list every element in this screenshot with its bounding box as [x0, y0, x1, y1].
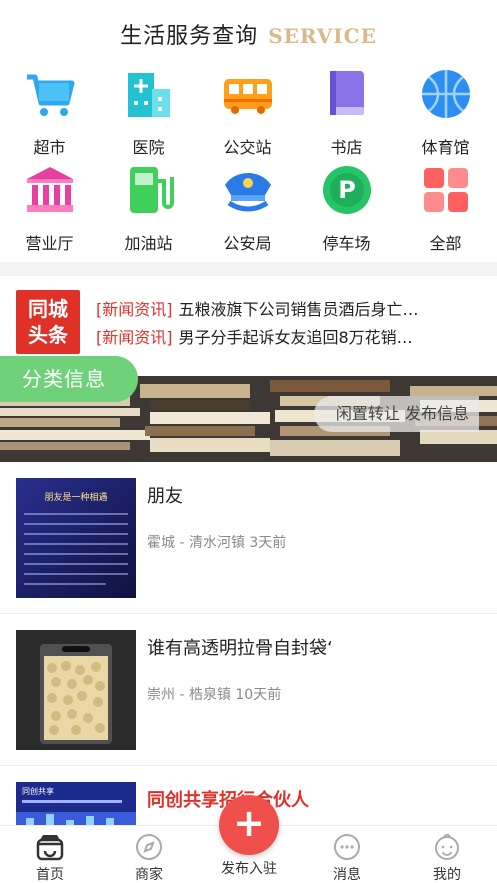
publish-plus-button[interactable]: + [219, 795, 279, 855]
tab-messages[interactable]: 消息 [307, 832, 387, 883]
listing-item[interactable]: 谁有高透明拉骨自封袋‘ 崇州 - 梏泉镇 10天前 [0, 614, 497, 766]
parking-icon: P [319, 162, 375, 218]
news-headline: 男子分手起诉女友追回8万花销… [178, 328, 413, 347]
listing-item[interactable]: 朋友是一种相遇 朋友 霍城 - 清水河镇 3天前 [0, 462, 497, 614]
plus-icon: + [233, 801, 265, 845]
service-label: 医院 [132, 138, 165, 157]
services-grid: 超市 医院 公交站 书店 体育馆 营业厅 加油站 公安局 P 停车场 全部 [0, 62, 497, 253]
thumbnail-caption: 朋友是一种相遇 [44, 491, 107, 503]
service-supermarket[interactable]: 超市 [0, 62, 99, 157]
tab-mine[interactable]: 我的 [407, 832, 487, 883]
listing-title: 朋友 [147, 486, 183, 507]
section-divider [0, 262, 497, 276]
news-item[interactable]: [新闻资讯] 五粮液旗下公司销售员酒后身亡… [96, 296, 481, 320]
news-tag: [新闻资讯] [96, 300, 173, 319]
service-label: 营业厅 [25, 234, 74, 253]
service-business-hall[interactable]: 营业厅 [0, 158, 99, 253]
listing-thumbnail: 朋友是一种相遇 [16, 478, 136, 598]
page-subtitle: SERVICE [268, 24, 377, 48]
news-ticker: 同城 头条 [新闻资讯] 五粮液旗下公司销售员酒后身亡… [新闻资讯] 男子分手起诉… [0, 288, 497, 354]
tab-label: 首页 [36, 867, 64, 883]
service-parking[interactable]: P 停车场 [297, 158, 396, 253]
basketball-icon [418, 66, 474, 122]
service-gym[interactable]: 体育馆 [396, 62, 495, 157]
service-label: 停车场 [322, 234, 371, 253]
service-label: 加油站 [124, 234, 173, 253]
book-icon [319, 66, 375, 122]
tab-home[interactable]: 首页 [10, 832, 90, 883]
service-hospital[interactable]: 医院 [99, 62, 198, 157]
news-item[interactable]: [新闻资讯] 男子分手起诉女友追回8万花销… [96, 324, 481, 348]
publish-label[interactable]: 发布入驻 [208, 858, 290, 878]
grid-icon [418, 162, 474, 218]
service-label: 公安局 [223, 234, 272, 253]
news-headline: 五粮液旗下公司销售员酒后身亡… [178, 300, 419, 319]
listing-title: 谁有高透明拉骨自封袋‘ [147, 638, 333, 659]
service-label: 公交站 [223, 138, 272, 157]
publish-info-badge[interactable]: 闲置转让 发布信息 [313, 396, 479, 432]
page-title: 生活服务查询 [120, 24, 259, 49]
shopping-cart-icon [22, 66, 78, 122]
service-label: 书店 [330, 138, 363, 157]
listing-thumbnail [16, 630, 136, 750]
hospital-icon [121, 66, 177, 122]
city-headlines-logo: 同城 头条 [16, 290, 80, 354]
service-bus-stop[interactable]: 公交站 [198, 62, 297, 157]
tab-merchant[interactable]: 商家 [109, 832, 189, 883]
listing-meta: 霍城 - 清水河镇 3天前 [147, 535, 287, 551]
service-label: 全部 [429, 234, 462, 253]
smiley-face-icon [432, 832, 462, 862]
tab-label: 我的 [433, 867, 461, 883]
service-bookstore[interactable]: 书店 [297, 62, 396, 157]
svg-text:P: P [338, 176, 356, 204]
bus-icon [220, 66, 276, 122]
gas-pump-icon [121, 162, 177, 218]
home-icon [35, 832, 65, 862]
service-gas-station[interactable]: 加油站 [99, 158, 198, 253]
chat-bubble-icon [332, 832, 362, 862]
thumbnail-caption: 同创共享 [22, 786, 54, 796]
category-tab[interactable]: 分类信息 [0, 356, 138, 402]
compass-icon [134, 832, 164, 862]
tab-label: 消息 [333, 867, 361, 883]
service-all[interactable]: 全部 [396, 158, 495, 253]
police-hat-icon [220, 162, 276, 218]
service-police[interactable]: 公安局 [198, 158, 297, 253]
service-label: 体育馆 [421, 138, 470, 157]
page-header: 生活服务查询 SERVICE [0, 18, 497, 58]
bank-building-icon [22, 162, 78, 218]
listing-meta: 崇州 - 梏泉镇 10天前 [147, 687, 282, 703]
service-label: 超市 [33, 138, 66, 157]
tab-label: 商家 [135, 867, 163, 883]
news-tag: [新闻资讯] [96, 328, 173, 347]
